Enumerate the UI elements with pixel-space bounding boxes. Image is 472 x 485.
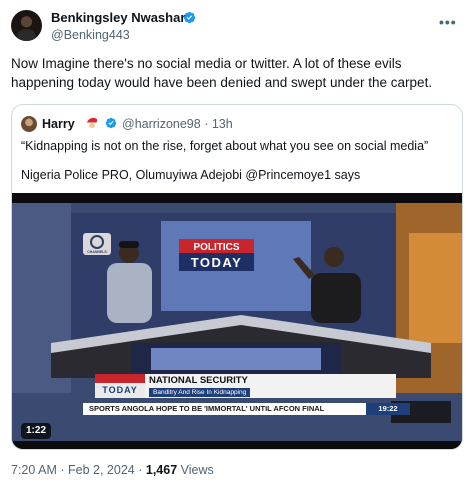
- news-ticker: SPORTS ANGOLA HOPE TO BE 'IMMORTAL' UNTI…: [83, 403, 410, 415]
- santa-emoji-icon: [87, 117, 101, 130]
- tweet-timestamp: 7:20 AM · Feb 2, 2024 · 1,467 Views: [11, 463, 214, 477]
- video-duration-badge: 1:22: [21, 423, 52, 439]
- author-avatar[interactable]: [11, 10, 42, 41]
- tweet-text: Now Imagine there's no social media or t…: [11, 56, 433, 90]
- views-label[interactable]: Views: [181, 463, 214, 477]
- tweet-date[interactable]: Feb 2, 2024: [68, 463, 135, 477]
- timestamp-separator-2: ·: [138, 463, 143, 477]
- ticker-clock: 19:22: [366, 403, 410, 415]
- show-logo: TODAY: [95, 374, 145, 398]
- news-headline: NATIONAL SECURITY: [149, 375, 248, 386]
- quoted-author-meta: @harrizone98 · 13h: [122, 117, 233, 131]
- channel-logo: CHANNELS: [87, 250, 107, 254]
- meta-separator: ·: [204, 117, 209, 131]
- quoted-text-line-1: “Kidnapping is not on the rise, forget a…: [21, 139, 429, 153]
- quoted-text-line-2: Nigeria Police PRO, Olumuyiwa Adejobi @P…: [21, 168, 361, 182]
- quoted-author-handle[interactable]: @harrizone98: [122, 117, 201, 131]
- tweet-card: Benkingsley Nwashara @Benking443 ••• Now…: [0, 0, 472, 485]
- news-lower-third: TODAY NATIONAL SECURITY Banditry And Ris…: [95, 374, 396, 398]
- quoted-author-avatar[interactable]: [21, 116, 37, 132]
- more-options-icon[interactable]: •••: [439, 14, 457, 30]
- timestamp-separator: ·: [60, 463, 65, 477]
- quoted-author-name[interactable]: Harry: [42, 117, 75, 131]
- quoted-tweet[interactable]: Harry @harrizone98 · 13h “Kidnapping is …: [11, 104, 463, 450]
- news-subheadline: Banditry And Rise In Kidnapping: [149, 388, 251, 397]
- quoted-verified-badge-icon[interactable]: [105, 117, 117, 129]
- tweet-time[interactable]: 7:20 AM: [11, 463, 57, 477]
- show-logo-text: TODAY: [95, 383, 145, 398]
- verified-badge-icon[interactable]: [183, 11, 196, 24]
- video-player[interactable]: POLITICS TODAY CHANNELS TODAY NATIONAL S…: [12, 193, 462, 449]
- studio-title-top: POLITICS: [193, 242, 239, 253]
- author-handle[interactable]: @Benking443: [51, 28, 130, 42]
- views-count[interactable]: 1,467: [146, 463, 177, 477]
- studio-title-bottom: TODAY: [191, 255, 243, 270]
- ticker-text: SPORTS ANGOLA HOPE TO BE 'IMMORTAL' UNTI…: [89, 404, 325, 413]
- author-name[interactable]: Benkingsley Nwashara: [51, 10, 193, 25]
- quoted-time-ago[interactable]: 13h: [212, 117, 233, 131]
